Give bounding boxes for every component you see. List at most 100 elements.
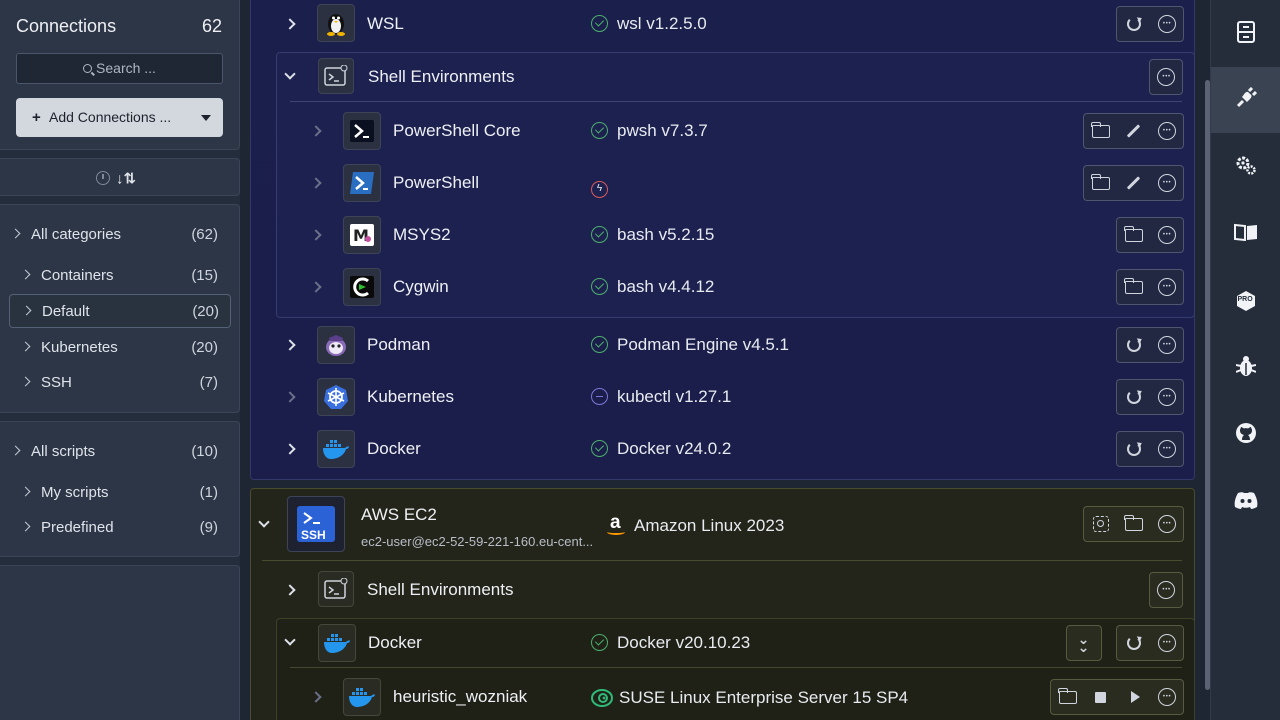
connection-row-kubernetes[interactable]: Kubernetes kubectl v1.27.1 (280, 373, 1195, 421)
connection-row-aws-ec2[interactable]: SSH AWS EC2 ec2-user@ec2-52-59-221-160.e… (254, 496, 1195, 556)
more-button[interactable] (1150, 270, 1183, 304)
refresh-button[interactable] (1117, 432, 1150, 466)
open-folder-button[interactable] (1117, 270, 1150, 304)
category-containers[interactable]: Containers (15) (0, 261, 238, 291)
category-all[interactable]: All categories (62) (0, 220, 238, 250)
stop-button[interactable] (1084, 680, 1117, 714)
connection-row-shell-environments[interactable]: Shell Environments (280, 53, 1195, 101)
inspect-button[interactable] (1084, 507, 1117, 541)
chevron-down-icon[interactable] (284, 68, 296, 80)
chevron-right-icon[interactable] (310, 125, 322, 137)
chevron-right-icon[interactable] (310, 229, 322, 241)
row-actions (1149, 59, 1183, 95)
chevron-right-icon[interactable] (310, 281, 322, 293)
scripts-my[interactable]: My scripts (1) (0, 478, 238, 508)
connection-row-aws-shell-environments[interactable]: Shell Environments (280, 566, 1195, 614)
more-button[interactable] (1150, 626, 1183, 660)
chevron-right-icon[interactable] (310, 177, 322, 189)
add-connections-button[interactable]: + Add Connections ... (16, 98, 223, 137)
chevron-down-icon[interactable] (258, 516, 270, 528)
more-button[interactable] (1150, 432, 1183, 466)
refresh-icon (1126, 636, 1141, 650)
refresh-button[interactable] (1117, 380, 1150, 414)
chevron-right-icon[interactable] (310, 691, 322, 703)
row-actions (1116, 625, 1184, 661)
bug-report-button[interactable] (1211, 335, 1280, 401)
connections-title: Connections (16, 16, 117, 36)
open-folder-button[interactable] (1084, 166, 1117, 200)
more-button[interactable] (1150, 380, 1183, 414)
inactive-status-icon (591, 388, 608, 405)
status-text: pwsh v7.3.7 (617, 121, 708, 140)
chevron-down-icon[interactable] (284, 634, 296, 646)
connection-row-cygwin[interactable]: Cygwin bash v4.4.12 (306, 263, 1195, 311)
powershell-icon (343, 164, 381, 202)
row-actions (1116, 327, 1184, 363)
storage-button[interactable] (1211, 1, 1280, 67)
more-button[interactable] (1150, 328, 1183, 362)
edit-button[interactable] (1117, 166, 1150, 200)
discord-button[interactable] (1211, 469, 1280, 535)
refresh-button[interactable] (1117, 626, 1150, 660)
connection-row-aws-docker[interactable]: Docker Docker v20.10.23 ⌄ ⌄ (280, 619, 1195, 667)
expand-all-button[interactable]: ⌄ ⌄ (1067, 626, 1100, 660)
connection-row-powershell[interactable]: PowerShell ϟ (306, 159, 1195, 207)
scripts-predefined[interactable]: Predefined (9) (0, 513, 238, 543)
chevron-right-icon[interactable] (284, 18, 296, 30)
chevron-right-icon (20, 376, 31, 387)
category-default[interactable]: Default (20) (9, 294, 231, 328)
open-folder-button[interactable] (1051, 680, 1084, 714)
connection-row-msys2[interactable]: M MSYS2 bash v5.2.15 (306, 211, 1195, 259)
folder-icon (1124, 277, 1143, 294)
connection-row-wsl[interactable]: WSL wsl v1.2.5.0 (280, 0, 1195, 48)
refresh-button[interactable] (1117, 328, 1150, 362)
suse-chameleon-icon (591, 687, 613, 707)
category-ssh[interactable]: SSH (7) (0, 368, 238, 398)
more-button[interactable] (1150, 573, 1182, 607)
edit-button[interactable] (1117, 114, 1150, 148)
more-button[interactable] (1150, 507, 1183, 541)
chevron-right-icon[interactable] (284, 584, 296, 596)
powershell-core-icon (343, 112, 381, 150)
caret-down-icon[interactable] (201, 115, 211, 121)
chevron-right-icon[interactable] (284, 339, 296, 351)
chevron-right-icon[interactable] (284, 443, 296, 455)
connections-button[interactable] (1211, 67, 1280, 133)
github-button[interactable] (1211, 402, 1280, 468)
pro-button[interactable]: PRO (1211, 268, 1280, 334)
chevron-right-icon[interactable] (284, 391, 296, 403)
more-button[interactable] (1150, 218, 1183, 252)
connection-status: Docker v24.0.2 (591, 439, 731, 459)
search-input[interactable]: Search ... (16, 53, 223, 84)
connection-row-container[interactable]: heuristic_wozniak SUSE Linux Enterprise … (306, 673, 1195, 720)
docker-icon (317, 430, 355, 468)
more-button[interactable] (1150, 114, 1183, 148)
sort-alphabetical-icon[interactable]: ↓⇅ (116, 170, 136, 187)
linux-penguin-icon (317, 4, 355, 42)
start-button[interactable] (1117, 680, 1150, 714)
more-button[interactable] (1150, 166, 1183, 200)
settings-button[interactable] (1211, 134, 1280, 200)
open-folder-button[interactable] (1117, 507, 1150, 541)
pro-icon: PRO (1236, 290, 1256, 312)
more-button[interactable] (1150, 680, 1183, 714)
docker-icon (318, 624, 356, 662)
connection-row-powershell-core[interactable]: PowerShell Core pwsh v7.3.7 (306, 107, 1195, 155)
pencil-icon (1126, 176, 1141, 190)
refresh-button[interactable] (1117, 7, 1150, 41)
open-folder-button[interactable] (1084, 114, 1117, 148)
connection-title: Cygwin (393, 277, 449, 296)
open-folder-button[interactable] (1117, 218, 1150, 252)
sort-by-date-icon[interactable] (96, 171, 110, 186)
docs-button[interactable] (1211, 201, 1280, 267)
script-group-count: (10) (191, 443, 218, 460)
scripts-all[interactable]: All scripts (10) (0, 437, 238, 467)
connection-row-docker[interactable]: Docker Docker v24.0.2 (280, 425, 1195, 473)
more-icon (1157, 122, 1176, 140)
more-button[interactable] (1150, 60, 1182, 94)
more-button[interactable] (1150, 7, 1183, 41)
category-kubernetes[interactable]: Kubernetes (20) (0, 333, 238, 363)
connection-status: ϟ (591, 173, 608, 198)
connection-status: bash v4.4.12 (591, 277, 714, 297)
connection-row-podman[interactable]: Podman Podman Engine v4.5.1 (280, 321, 1195, 369)
